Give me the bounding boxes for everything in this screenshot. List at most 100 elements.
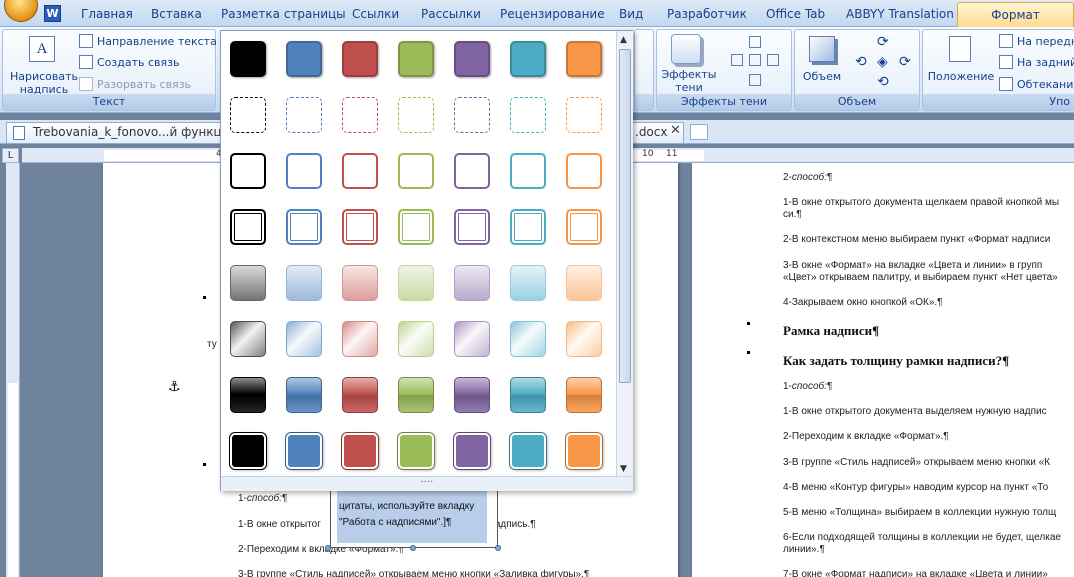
shadow-nudge-right-icon[interactable] — [767, 54, 779, 66]
tab-selector[interactable]: L — [2, 148, 19, 163]
scrollbar-thumb[interactable] — [619, 49, 631, 383]
style-swatch-double-outline[interactable] — [566, 209, 602, 245]
bring-forward-button[interactable]: На передн — [999, 33, 1074, 51]
style-swatch-solid[interactable] — [510, 41, 546, 77]
style-swatch-light-gradient[interactable] — [398, 265, 434, 301]
style-swatch-double-outline[interactable] — [454, 209, 490, 245]
style-swatch-solid[interactable] — [398, 41, 434, 77]
style-swatch-dashed[interactable] — [510, 97, 546, 133]
style-swatch-solid-white-border[interactable] — [342, 433, 378, 469]
style-swatch-light-gradient[interactable] — [230, 265, 266, 301]
shadow-nudge-down-icon[interactable] — [749, 74, 761, 86]
style-swatch-outline[interactable] — [398, 153, 434, 189]
volume-button[interactable]: Объем — [797, 70, 847, 83]
tab-view[interactable]: Вид — [619, 7, 643, 21]
style-swatch-diagonal-gradient[interactable] — [286, 321, 322, 357]
style-swatch-dashed[interactable] — [286, 97, 322, 133]
style-swatch-outline[interactable] — [454, 153, 490, 189]
close-tab-icon[interactable]: ✕ — [670, 123, 681, 138]
resize-handle[interactable] — [410, 545, 416, 551]
style-swatch-outline[interactable] — [286, 153, 322, 189]
style-swatch-outline[interactable] — [510, 153, 546, 189]
tab-home[interactable]: Главная — [81, 7, 133, 21]
style-swatch-solid[interactable] — [286, 41, 322, 77]
tab-page-layout[interactable]: Разметка страницы — [221, 7, 346, 21]
style-swatch-dashed[interactable] — [230, 97, 266, 133]
style-swatch-double-outline[interactable] — [398, 209, 434, 245]
style-swatch-glossy[interactable] — [342, 377, 378, 413]
position-button[interactable]: Положение — [925, 70, 997, 83]
style-swatch-solid-white-border[interactable] — [510, 433, 546, 469]
style-swatch-glossy[interactable] — [230, 377, 266, 413]
style-swatch-glossy[interactable] — [510, 377, 546, 413]
style-swatch-diagonal-gradient[interactable] — [230, 321, 266, 357]
style-swatch-diagonal-gradient[interactable] — [398, 321, 434, 357]
style-swatch-dashed[interactable] — [398, 97, 434, 133]
shadow-nudge-up-icon[interactable] — [749, 36, 761, 48]
style-swatch-dashed[interactable] — [454, 97, 490, 133]
tab-review[interactable]: Рецензирование — [500, 7, 605, 21]
gallery-scrollbar[interactable]: ▲ ▼ — [616, 31, 633, 476]
style-swatch-outline[interactable] — [230, 153, 266, 189]
style-swatch-light-gradient[interactable] — [342, 265, 378, 301]
style-swatch-light-gradient[interactable] — [566, 265, 602, 301]
style-swatch-dashed[interactable] — [566, 97, 602, 133]
style-swatch-outline[interactable] — [342, 153, 378, 189]
style-swatch-solid-white-border[interactable] — [230, 433, 266, 469]
break-link-button[interactable]: Разорвать связь — [79, 76, 191, 94]
style-swatch-glossy[interactable] — [398, 377, 434, 413]
tab-format[interactable]: Формат — [957, 2, 1074, 28]
style-swatch-light-gradient[interactable] — [510, 265, 546, 301]
style-swatch-solid[interactable] — [566, 41, 602, 77]
style-swatch-solid[interactable] — [230, 41, 266, 77]
style-swatch-dashed[interactable] — [342, 97, 378, 133]
send-backward-button[interactable]: На задний — [999, 54, 1074, 72]
vertical-ruler[interactable] — [6, 163, 20, 577]
style-swatch-diagonal-gradient[interactable] — [454, 321, 490, 357]
office-button[interactable] — [4, 0, 38, 22]
style-swatch-solid-white-border[interactable] — [398, 433, 434, 469]
style-swatch-double-outline[interactable] — [342, 209, 378, 245]
style-swatch-double-outline[interactable] — [510, 209, 546, 245]
tilt-up-icon[interactable]: ⟳ — [877, 34, 889, 50]
tab-abbyy-translation[interactable]: ABBYY Translation — [846, 7, 954, 21]
tab-references[interactable]: Ссылки — [352, 7, 399, 21]
style-swatch-diagonal-gradient[interactable] — [566, 321, 602, 357]
create-link-button[interactable]: Создать связь — [79, 54, 179, 72]
tab-developer[interactable]: Разработчик — [667, 7, 747, 21]
style-swatch-solid[interactable] — [454, 41, 490, 77]
tilt-down-icon[interactable]: ⟲ — [877, 74, 889, 90]
style-swatch-diagonal-gradient[interactable] — [342, 321, 378, 357]
resize-handle[interactable] — [495, 545, 501, 551]
style-swatch-solid-white-border[interactable] — [566, 433, 602, 469]
shadow-toggle-icon[interactable] — [749, 54, 761, 66]
style-swatch-diagonal-gradient[interactable] — [510, 321, 546, 357]
tilt-left-icon[interactable]: ⟲ — [855, 54, 867, 70]
resize-handle[interactable] — [325, 545, 331, 551]
text-direction-button[interactable]: Направление текста — [79, 33, 217, 51]
style-swatch-outline[interactable] — [566, 153, 602, 189]
style-swatch-double-outline[interactable] — [286, 209, 322, 245]
document-page-right[interactable]: 2-способ:¶ 1-В окне открытого документа … — [692, 163, 1074, 577]
text-wrap-button[interactable]: Обтекани — [999, 76, 1073, 94]
shadow-effects-button[interactable]: Эффекты тени — [659, 68, 719, 94]
tilt-right-icon[interactable]: ⟳ — [899, 54, 911, 70]
style-swatch-light-gradient[interactable] — [286, 265, 322, 301]
draw-textbox-button[interactable]: Нарисовать надпись — [7, 70, 81, 96]
style-swatch-glossy[interactable] — [566, 377, 602, 413]
style-swatch-glossy[interactable] — [454, 377, 490, 413]
new-tab-icon[interactable] — [690, 124, 708, 140]
tab-mailings[interactable]: Рассылки — [421, 7, 481, 21]
style-swatch-solid-white-border[interactable] — [286, 433, 322, 469]
volume-toggle-icon[interactable]: ◈ — [877, 54, 888, 70]
style-swatch-glossy[interactable] — [286, 377, 322, 413]
scroll-down-icon[interactable]: ▼ — [620, 464, 627, 474]
style-swatch-light-gradient[interactable] — [454, 265, 490, 301]
tab-office-tab[interactable]: Office Tab — [766, 7, 825, 21]
scroll-up-icon[interactable]: ▲ — [620, 35, 627, 45]
style-swatch-solid[interactable] — [342, 41, 378, 77]
shadow-nudge-left-icon[interactable] — [731, 54, 743, 66]
style-swatch-solid-white-border[interactable] — [454, 433, 490, 469]
style-swatch-double-outline[interactable] — [230, 209, 266, 245]
gallery-resize-grip[interactable]: ···· — [221, 476, 633, 491]
